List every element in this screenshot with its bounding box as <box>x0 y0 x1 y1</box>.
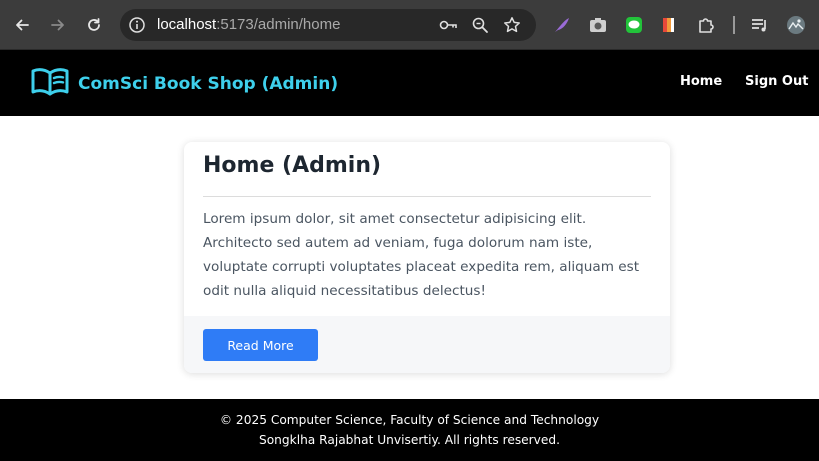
feather-extension-icon[interactable] <box>552 15 572 35</box>
card-divider <box>203 196 651 197</box>
site-header: ComSci Book Shop (Admin) Home Sign Out <box>0 50 819 116</box>
card-title: Home (Admin) <box>203 153 382 178</box>
nav-sign-out-link[interactable]: Sign Out <box>745 74 808 89</box>
card-body-text: Lorem ipsum dolor, sit amet consectetur … <box>203 211 640 299</box>
url-text: localhost:5173/admin/home <box>157 16 340 33</box>
brand-title: ComSci Book Shop (Admin) <box>78 74 339 94</box>
address-bar[interactable]: localhost:5173/admin/home <box>120 9 536 41</box>
read-more-button[interactable]: Read More <box>203 329 318 361</box>
toolbar-divider <box>733 16 735 34</box>
url-host: localhost <box>157 16 217 33</box>
zoom-icon[interactable] <box>471 16 489 34</box>
site-footer: © 2025 Computer Science, Faculty of Scie… <box>0 399 819 461</box>
card-footer: Read More <box>184 316 670 373</box>
line-extension-icon[interactable] <box>624 15 644 35</box>
open-book-icon <box>31 67 69 101</box>
footer-copyright: © 2025 Computer Science, Faculty of Scie… <box>219 413 600 427</box>
reload-icon[interactable] <box>82 13 106 37</box>
brand-link[interactable]: ComSci Book Shop (Admin) <box>31 67 338 101</box>
camera-extension-icon[interactable] <box>588 15 608 35</box>
back-arrow-icon[interactable] <box>10 13 34 37</box>
profile-avatar-icon[interactable] <box>786 15 806 35</box>
password-key-icon[interactable] <box>438 16 457 34</box>
site-info-icon[interactable] <box>128 16 146 34</box>
nav-home-link[interactable]: Home <box>680 74 722 89</box>
bookmark-star-icon[interactable] <box>503 16 521 34</box>
flag-extension-icon[interactable] <box>660 15 680 35</box>
footer-rights: Songklha Rajabhat Unvisertiy. All rights… <box>258 433 561 447</box>
content-card: Home (Admin) Lorem ipsum dolor, sit amet… <box>184 142 670 373</box>
media-queue-icon[interactable] <box>750 15 770 35</box>
forward-arrow-icon[interactable] <box>46 13 70 37</box>
url-path: :5173/admin/home <box>216 16 341 33</box>
browser-toolbar: localhost:5173/admin/home <box>0 0 819 50</box>
puzzle-extensions-icon[interactable] <box>696 15 716 35</box>
